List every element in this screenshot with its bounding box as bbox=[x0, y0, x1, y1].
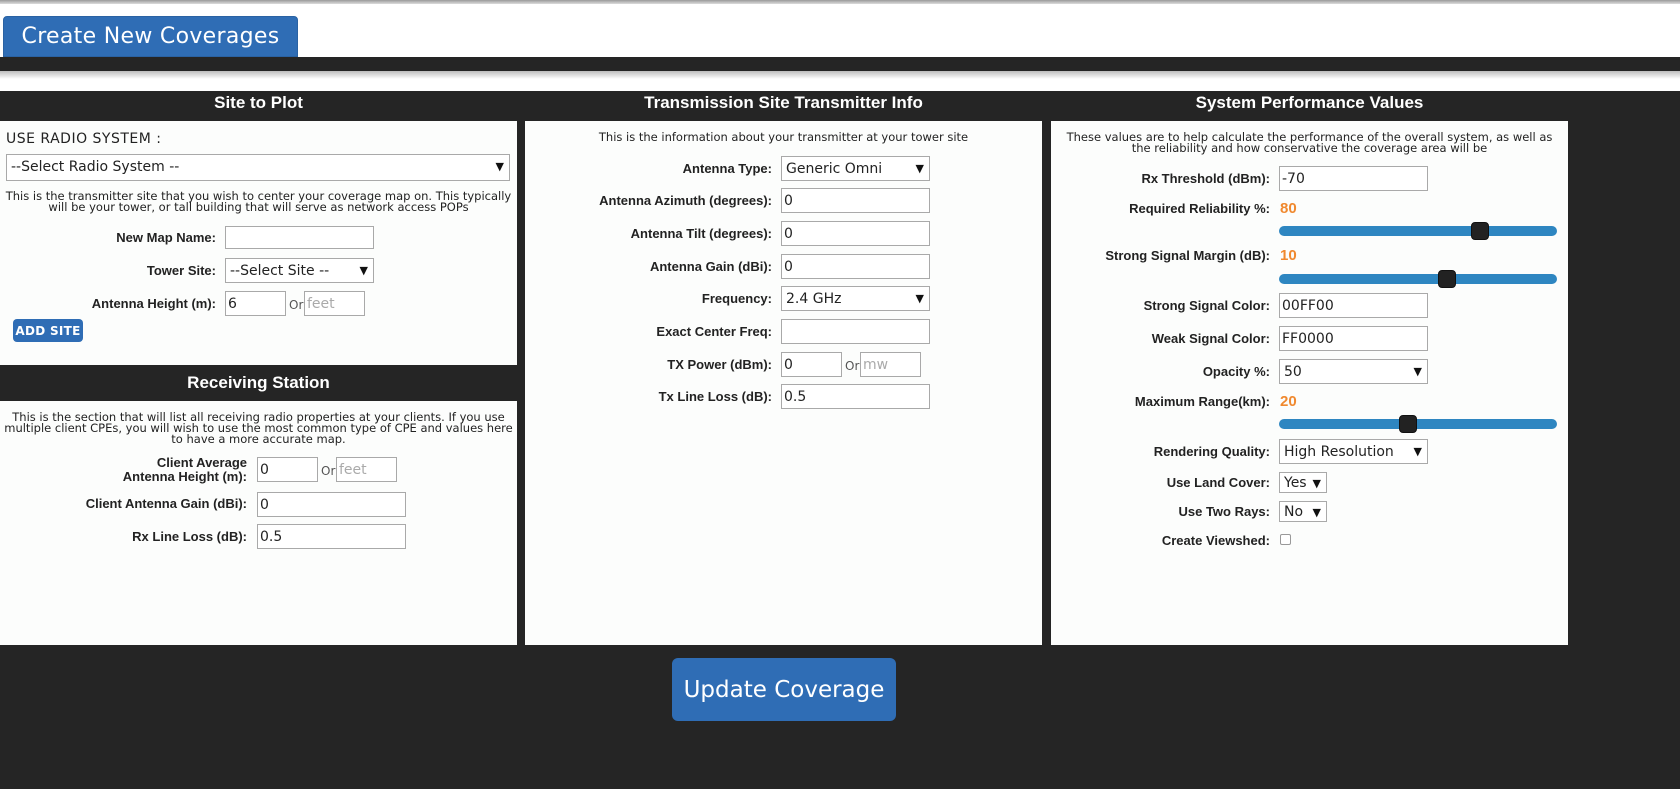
transmitter-description: This is the information about your trans… bbox=[598, 130, 969, 144]
rx-threshold-input[interactable]: -70 bbox=[1279, 166, 1428, 191]
azimuth-label: Antenna Azimuth (degrees): bbox=[599, 193, 772, 208]
max-range-slider[interactable] bbox=[1279, 415, 1557, 433]
chevron-down-icon: ▼ bbox=[1312, 477, 1321, 490]
quality-select-value: High Resolution bbox=[1284, 444, 1394, 460]
add-site-button[interactable]: ADD SITE bbox=[13, 319, 83, 342]
chevron-down-icon: ▼ bbox=[1413, 365, 1422, 378]
tilt-label: Antenna Tilt (degrees): bbox=[630, 226, 772, 241]
client-height-label-line1: Client Average bbox=[156, 455, 247, 470]
antenna-height-feet-input[interactable]: feet bbox=[304, 291, 365, 316]
weak-color-input[interactable]: FF0000 bbox=[1279, 326, 1428, 351]
receiving-description: This is the section that will list all r… bbox=[4, 410, 513, 446]
tower-site-label: Tower Site: bbox=[146, 263, 216, 278]
antenna-height-input[interactable]: 6 bbox=[225, 291, 286, 316]
or-label: Or bbox=[321, 464, 336, 478]
max-range-label: Maximum Range(km): bbox=[1134, 394, 1270, 409]
client-gain-label: Client Antenna Gain (dBi): bbox=[85, 496, 247, 511]
strong-color-input[interactable]: 00FF00 bbox=[1279, 293, 1428, 318]
tx-power-input[interactable]: 0 bbox=[781, 352, 842, 377]
signal-margin-slider-handle[interactable] bbox=[1437, 270, 1456, 288]
chevron-down-icon: ▼ bbox=[1312, 506, 1321, 519]
two-rays-label: Use Two Rays: bbox=[1178, 504, 1270, 519]
opacity-select-value: 50 bbox=[1284, 364, 1302, 380]
opacity-select[interactable]: 50 ▼ bbox=[1279, 359, 1428, 384]
radio-system-select-value: --Select Radio System -- bbox=[11, 159, 180, 175]
create-coverages-tab[interactable]: Create New Coverages bbox=[3, 16, 298, 57]
performance-description: These values are to help calculate the p… bbox=[1066, 130, 1553, 155]
frequency-select-value: 2.4 GHz bbox=[786, 291, 842, 307]
tx-power-mw-input[interactable]: mw bbox=[860, 352, 921, 377]
reliability-label: Required Reliability %: bbox=[1129, 201, 1270, 216]
antenna-type-select[interactable]: Generic Omni ▼ bbox=[781, 156, 930, 181]
client-gain-input[interactable]: 0 bbox=[257, 492, 406, 517]
signal-margin-label: Strong Signal Margin (dB): bbox=[1105, 248, 1270, 263]
map-name-input[interactable] bbox=[225, 226, 374, 249]
antenna-gain-input[interactable]: 0 bbox=[781, 254, 930, 279]
center-freq-label: Exact Center Freq: bbox=[656, 324, 772, 339]
reliability-value: 80 bbox=[1280, 200, 1297, 217]
tower-site-select[interactable]: --Select Site -- ▼ bbox=[225, 258, 374, 283]
update-coverage-button[interactable]: Update Coverage bbox=[672, 658, 896, 721]
weak-color-label: Weak Signal Color: bbox=[1151, 331, 1270, 346]
two-rays-select-value: No bbox=[1284, 504, 1304, 520]
rx-loss-input[interactable]: 0.5 bbox=[257, 524, 406, 549]
use-radio-system-label: USE RADIO SYSTEM : bbox=[6, 131, 162, 147]
frequency-select[interactable]: 2.4 GHz ▼ bbox=[781, 286, 930, 311]
antenna-type-select-value: Generic Omni bbox=[786, 161, 883, 177]
tab-bar-shadow bbox=[0, 71, 1680, 79]
client-height-feet-input[interactable]: feet bbox=[336, 457, 397, 482]
tab-bar bbox=[0, 57, 1680, 71]
land-cover-label: Use Land Cover: bbox=[1166, 475, 1270, 490]
land-cover-select[interactable]: Yes ▼ bbox=[1279, 472, 1327, 493]
rx-loss-label: Rx Line Loss (dB): bbox=[132, 529, 247, 544]
viewshed-checkbox[interactable] bbox=[1280, 534, 1291, 545]
chevron-down-icon: ▼ bbox=[495, 160, 504, 173]
top-shadow-line bbox=[0, 0, 1680, 4]
tx-loss-input[interactable]: 0.5 bbox=[781, 384, 930, 409]
azimuth-input[interactable]: 0 bbox=[781, 188, 930, 213]
tower-site-select-value: --Select Site -- bbox=[230, 263, 330, 279]
antenna-height-label: Antenna Height (m): bbox=[91, 296, 216, 311]
chevron-down-icon: ▼ bbox=[915, 292, 924, 305]
antenna-gain-label: Antenna Gain (dBi): bbox=[649, 259, 772, 274]
quality-select[interactable]: High Resolution ▼ bbox=[1279, 439, 1428, 464]
map-name-label: New Map Name: bbox=[116, 230, 216, 245]
signal-margin-slider[interactable] bbox=[1279, 270, 1557, 288]
frequency-label: Frequency: bbox=[701, 291, 772, 306]
client-height-input[interactable]: 0 bbox=[257, 457, 318, 482]
strong-color-label: Strong Signal Color: bbox=[1143, 298, 1270, 313]
client-height-label-line2: Antenna Height (m): bbox=[122, 469, 247, 484]
land-cover-select-value: Yes bbox=[1284, 475, 1307, 491]
tx-loss-label: Tx Line Loss (dB): bbox=[658, 389, 772, 404]
max-range-value: 20 bbox=[1280, 393, 1297, 410]
or-label: Or bbox=[845, 359, 860, 373]
receiving-panel-title: Receiving Station bbox=[187, 373, 330, 392]
max-range-slider-handle[interactable] bbox=[1398, 415, 1417, 433]
rx-threshold-label: Rx Threshold (dBm): bbox=[1141, 171, 1270, 186]
tx-power-label: TX Power (dBm): bbox=[667, 357, 772, 372]
performance-panel-title: System Performance Values bbox=[1195, 93, 1424, 112]
antenna-type-label: Antenna Type: bbox=[682, 161, 772, 176]
site-description: This is the transmitter site that you wi… bbox=[5, 189, 512, 214]
reliability-slider-handle[interactable] bbox=[1471, 222, 1490, 240]
radio-system-select[interactable]: --Select Radio System -- ▼ bbox=[6, 154, 510, 181]
chevron-down-icon: ▼ bbox=[915, 162, 924, 175]
site-panel-title: Site to Plot bbox=[214, 93, 303, 112]
opacity-label: Opacity %: bbox=[1202, 364, 1270, 379]
two-rays-select[interactable]: No ▼ bbox=[1279, 501, 1327, 522]
center-freq-input[interactable] bbox=[781, 319, 930, 344]
chevron-down-icon: ▼ bbox=[359, 264, 368, 277]
transmitter-panel-title: Transmission Site Transmitter Info bbox=[644, 93, 923, 112]
tilt-input[interactable]: 0 bbox=[781, 221, 930, 246]
signal-margin-value: 10 bbox=[1280, 247, 1297, 264]
viewshed-label: Create Viewshed: bbox=[1161, 533, 1270, 548]
reliability-slider[interactable] bbox=[1279, 222, 1557, 240]
or-label: Or bbox=[289, 298, 304, 312]
client-height-label: Client Average Antenna Height (m): bbox=[0, 456, 247, 484]
chevron-down-icon: ▼ bbox=[1413, 445, 1422, 458]
quality-label: Rendering Quality: bbox=[1153, 444, 1270, 459]
